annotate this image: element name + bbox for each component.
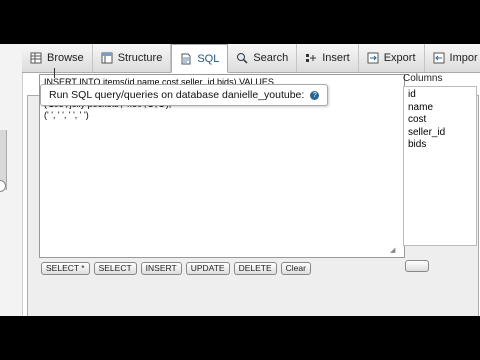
- tab-label: Insert: [322, 52, 350, 64]
- tab-sql[interactable]: SQL: [171, 44, 229, 73]
- query-button-row: SELECT * SELECT INSERT UPDATE DELETE Cle…: [41, 262, 311, 275]
- column-item[interactable]: id: [408, 89, 472, 102]
- legend-text: Run SQL query/queries on database daniel…: [49, 89, 305, 101]
- column-item[interactable]: name: [408, 102, 472, 115]
- select-button[interactable]: SELECT: [93, 262, 137, 275]
- columns-list[interactable]: id name cost seller_id bids: [403, 86, 477, 246]
- select-star-button[interactable]: SELECT *: [41, 262, 90, 275]
- resize-grip-icon[interactable]: ◢: [390, 246, 398, 254]
- delete-button[interactable]: DELETE: [233, 262, 277, 275]
- tab-label: SQL: [197, 52, 220, 65]
- tab-insert[interactable]: Insert: [297, 44, 359, 72]
- structure-icon: [101, 52, 113, 64]
- clear-button[interactable]: Clear: [280, 262, 311, 275]
- insert-button[interactable]: INSERT: [140, 262, 182, 275]
- navigation-panel-edge: [0, 44, 23, 316]
- column-item[interactable]: cost: [408, 114, 472, 127]
- help-icon[interactable]: ?: [310, 90, 320, 100]
- insert-column-button[interactable]: [405, 260, 429, 272]
- sql-query-legend: Run SQL query/queries on database daniel…: [40, 84, 329, 106]
- tab-import[interactable]: Impor: [424, 44, 480, 72]
- tab-label: Browse: [47, 52, 84, 64]
- tab-search[interactable]: Search: [228, 44, 298, 72]
- import-icon: [433, 52, 445, 64]
- tab-label: Structure: [117, 52, 163, 64]
- insert-icon: [305, 52, 317, 64]
- browse-icon: [30, 52, 42, 64]
- columns-label: Columns: [403, 73, 443, 84]
- top-tabs: Browse Structure SQL Search Insert Expor…: [22, 44, 480, 73]
- tab-label: Export: [383, 52, 416, 64]
- column-item[interactable]: bids: [408, 139, 472, 152]
- sql-icon: [180, 53, 192, 65]
- tab-structure[interactable]: Structure: [92, 44, 172, 72]
- export-icon: [367, 52, 379, 64]
- text-cursor: [54, 68, 57, 78]
- update-button[interactable]: UPDATE: [185, 262, 230, 275]
- column-item[interactable]: seller_id: [408, 127, 472, 140]
- tab-label: Impor: [449, 52, 478, 64]
- search-icon: [236, 52, 248, 64]
- tab-export[interactable]: Export: [358, 44, 425, 72]
- tab-browse[interactable]: Browse: [22, 44, 93, 72]
- tab-label: Search: [253, 52, 289, 64]
